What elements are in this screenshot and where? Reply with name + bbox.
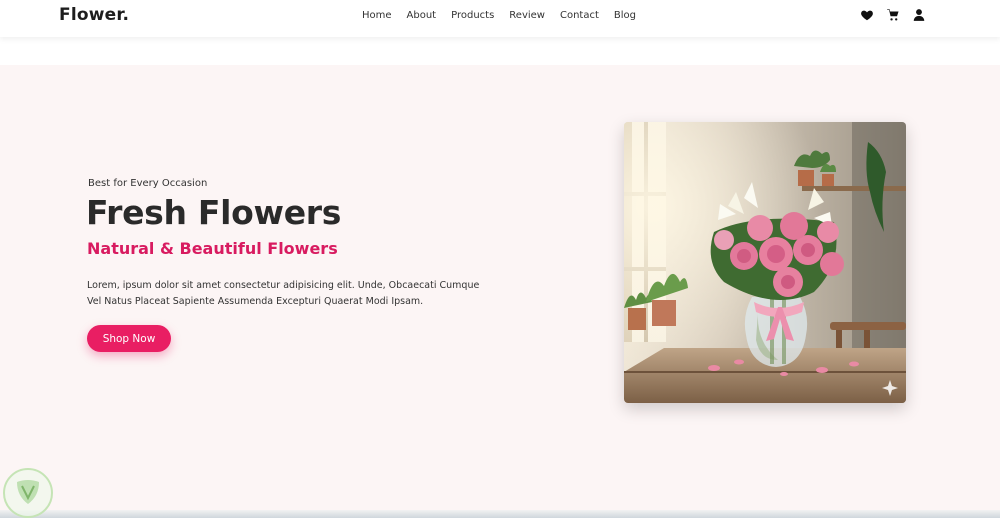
- hero-eyebrow: Best for Every Occasion: [88, 178, 208, 189]
- nav-icons: [860, 8, 926, 22]
- user-icon[interactable]: [912, 8, 926, 22]
- flower-vase-image: [624, 122, 906, 403]
- navbar: Flower. Home About Products Review Conta…: [0, 0, 1000, 37]
- nav-links: Home About Products Review Contact Blog: [362, 10, 651, 21]
- nav-blog-link[interactable]: Blog: [614, 10, 636, 21]
- watermark-logo-icon: [3, 468, 53, 518]
- nav-about-link[interactable]: About: [407, 10, 437, 21]
- nav-home-link[interactable]: Home: [362, 10, 392, 21]
- heart-icon[interactable]: [860, 8, 874, 22]
- hero-description: Lorem, ipsum dolor sit amet consectetur …: [87, 280, 480, 307]
- hero-title: Fresh Flowers: [86, 193, 342, 232]
- nav-products-link[interactable]: Products: [451, 10, 494, 21]
- nav-review-link[interactable]: Review: [509, 10, 545, 21]
- hero-subtitle: Natural & Beautiful Flowers: [87, 239, 338, 258]
- shop-now-button[interactable]: Shop Now: [87, 325, 171, 352]
- site-logo[interactable]: Flower.: [59, 5, 129, 25]
- hero-section: Best for Every Occasion Fresh Flowers Na…: [0, 65, 1000, 510]
- bottom-strip: [0, 510, 1000, 518]
- cart-icon[interactable]: [886, 8, 900, 22]
- nav-contact-link[interactable]: Contact: [560, 10, 599, 21]
